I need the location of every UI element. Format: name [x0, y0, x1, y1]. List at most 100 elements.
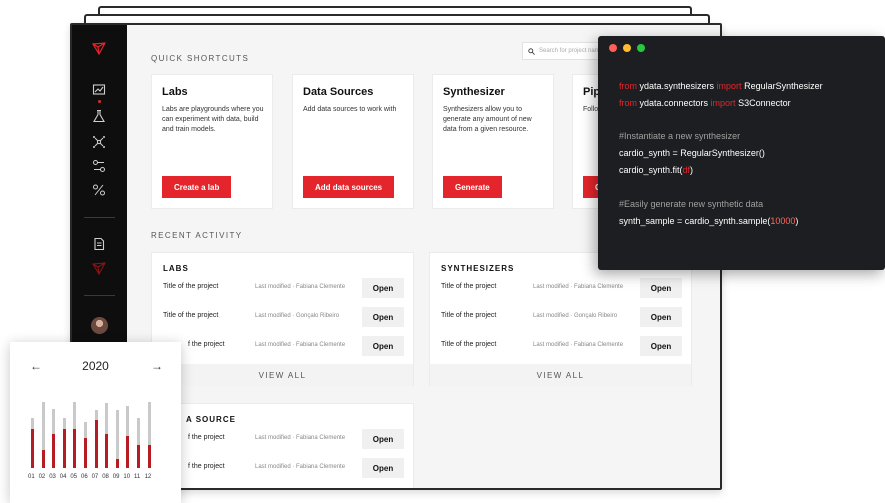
open-button[interactable]: Open	[362, 429, 404, 449]
card-description: Add data sources to work with	[303, 106, 397, 113]
last-modified: Last modified · Fabiana Clemente	[533, 342, 624, 348]
close-dot-icon[interactable]	[609, 44, 617, 52]
next-year-button[interactable]: →	[151, 359, 163, 373]
project-title[interactable]: f the project	[188, 341, 225, 348]
flask-icon[interactable]	[92, 109, 106, 123]
card-description: Synthesizers allow you to generate any a…	[443, 106, 532, 133]
month-bar-fill	[62, 428, 66, 468]
generate-button[interactable]: Generate	[443, 176, 502, 198]
table-row: Title of the project Last modified · Fab…	[430, 278, 691, 298]
project-title[interactable]: Title of the project	[163, 283, 218, 290]
open-button[interactable]: Open	[362, 458, 404, 478]
maximize-dot-icon[interactable]	[637, 44, 645, 52]
month-bar-fill	[126, 436, 130, 468]
panel-title: SYNTHESIZERS	[441, 264, 515, 273]
last-modified: Last modified · Fabiana Clemente	[255, 284, 346, 290]
sidebar-divider	[84, 217, 115, 218]
shortcut-card-synthesizer: Synthesizer Synthesizers allow you to ge…	[432, 74, 554, 209]
table-row: Title of the project Last modified · Gon…	[430, 307, 691, 327]
month-bar-fill	[73, 428, 77, 468]
shortcut-card-labs: Labs Labs are playgrounds where you can …	[151, 74, 273, 209]
view-all-synthesizers-link[interactable]: VIEW ALL	[430, 364, 691, 386]
code-comment: #Instantiate a new synthesizer	[619, 131, 741, 141]
month-label: 03	[49, 474, 56, 480]
recent-synthesizers-panel: SYNTHESIZERS Title of the project Last m…	[429, 252, 692, 386]
card-title: Synthesizer	[443, 86, 505, 98]
table-row: Title of the project Last modified · Fab…	[430, 336, 691, 356]
month-bar-fill	[115, 459, 119, 468]
minimize-dot-icon[interactable]	[623, 44, 631, 52]
open-button[interactable]: Open	[362, 336, 404, 356]
last-modified: Last modified · Gonçalo Ribeiro	[533, 313, 618, 319]
code-line: from ydata.synthesizers import RegularSy…	[619, 81, 823, 91]
last-modified: Last modified · Gonçalo Ribeiro	[255, 313, 340, 319]
project-title[interactable]: f the project	[188, 463, 225, 470]
open-button[interactable]: Open	[640, 307, 682, 327]
code-line: synth_sample = cardio_synth.sample(10000…	[619, 216, 799, 226]
card-description: Labs are playgrounds where you can exper…	[162, 106, 264, 133]
month-bar-fill	[41, 450, 45, 468]
project-title[interactable]: Title of the project	[163, 312, 218, 319]
add-data-sources-button[interactable]: Add data sources	[303, 176, 395, 198]
search-icon	[528, 47, 535, 55]
project-title[interactable]: f the project	[188, 434, 225, 441]
open-button[interactable]: Open	[640, 278, 682, 298]
open-button[interactable]: Open	[640, 336, 682, 356]
month-label: 09	[112, 474, 120, 480]
month-label: 11	[134, 474, 141, 480]
project-title[interactable]: Title of the project	[441, 283, 496, 290]
panel-title: A SOURCE	[186, 415, 236, 424]
project-title[interactable]: Title of the project	[441, 312, 496, 319]
month-label: 05	[70, 474, 78, 480]
logo-icon[interactable]	[92, 41, 106, 55]
quick-shortcuts-title: QUICK SHORTCUTS	[151, 54, 250, 63]
card-title: Labs	[162, 86, 188, 98]
code-line: cardio_synth = RegularSynthesizer()	[619, 148, 765, 158]
month-bar-fill	[94, 420, 98, 468]
view-all-labs-link[interactable]: VIEW ALL	[152, 364, 413, 386]
document-icon[interactable]	[92, 237, 106, 251]
pipeline-icon[interactable]	[92, 159, 106, 173]
table-row: f the project Last modified · Fabiana Cl…	[152, 336, 413, 356]
network-icon[interactable]	[92, 135, 106, 149]
code-snippet-window: from ydata.synthesizers import RegularSy…	[598, 36, 885, 270]
recent-labs-panel: LABS Title of the project Last modified …	[151, 252, 414, 386]
month-bar-fill	[31, 428, 34, 468]
dashboard-icon[interactable]	[92, 83, 106, 97]
open-button[interactable]: Open	[362, 307, 404, 327]
table-row: Title of the project Last modified · Gon…	[152, 307, 413, 327]
month-bar-fill	[147, 444, 151, 468]
synthesizer-icon[interactable]	[92, 183, 106, 197]
table-row: f the project Last modified · Fabiana Cl…	[152, 458, 413, 478]
last-modified: Last modified · Fabiana Clemente	[255, 464, 346, 470]
code-line: cardio_synth.fit(df)	[619, 165, 694, 175]
month-bar-fill	[105, 434, 109, 468]
month-bar-fill	[84, 437, 87, 468]
month-label: 02	[38, 474, 46, 480]
recent-activity-title: RECENT ACTIVITY	[151, 231, 243, 240]
search-placeholder: Search for project name	[539, 48, 604, 54]
last-modified: Last modified · Fabiana Clemente	[533, 284, 624, 290]
create-lab-button[interactable]: Create a lab	[162, 176, 232, 198]
card-title: Data Sources	[303, 86, 374, 98]
sidebar-divider	[84, 295, 115, 296]
active-indicator	[98, 100, 101, 103]
month-bar-fill	[52, 434, 56, 468]
table-row: f the project Last modified · Fabiana Cl…	[152, 429, 413, 449]
code-comment: #Easily generate new synthetic data	[619, 199, 764, 209]
month-label: 04	[59, 474, 67, 480]
month-label: 06	[81, 474, 88, 480]
month-label: 10	[123, 474, 131, 480]
last-modified: Last modified · Fabiana Clemente	[255, 342, 346, 348]
code-line: from ydata.connectors import S3Connector	[619, 98, 791, 108]
recent-data-sources-panel: A SOURCE f the project Last modified · F…	[151, 403, 414, 488]
brand-mark-icon[interactable]	[92, 261, 106, 275]
avatar[interactable]	[91, 317, 108, 334]
table-row: Title of the project Last modified · Fab…	[152, 278, 413, 298]
month-label: 12	[144, 474, 152, 480]
month-label: 08	[102, 474, 109, 480]
open-button[interactable]: Open	[362, 278, 404, 298]
month-bar-fill	[137, 444, 140, 468]
year-picker-card: ← 2020 → 01 02 03 04 05 06 07 08 09 10 11 12	[10, 342, 181, 503]
project-title[interactable]: Title of the project	[441, 341, 496, 348]
